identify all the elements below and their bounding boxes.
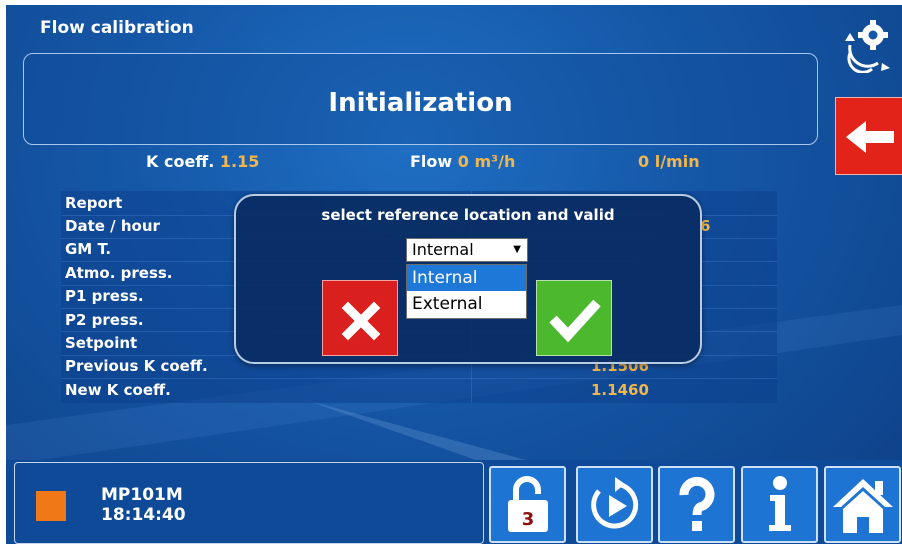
option-external[interactable]: External xyxy=(407,291,526,317)
settings-transfer-icon[interactable] xyxy=(838,15,892,73)
screen: Flow calibration Initialization K coeff.… xyxy=(6,5,902,544)
flow-stat: Flow 0 m³/h xyxy=(410,152,516,171)
report-label-new-k: New K coeff. xyxy=(65,381,171,399)
report-label-date: Date / hour xyxy=(65,217,160,235)
state-label: Initialization xyxy=(328,88,513,118)
info-icon xyxy=(768,475,791,531)
check-icon xyxy=(549,299,601,343)
close-icon xyxy=(341,301,381,341)
arrow-left-icon xyxy=(846,121,894,153)
cancel-button[interactable] xyxy=(322,280,398,356)
machine-status-panel xyxy=(14,462,484,544)
report-label-report: Report xyxy=(65,194,123,212)
report-label-setpoint: Setpoint xyxy=(65,334,138,352)
info-button[interactable] xyxy=(741,466,818,543)
option-internal[interactable]: Internal xyxy=(407,265,526,291)
replay-icon xyxy=(590,476,638,528)
replay-button[interactable] xyxy=(576,466,653,543)
report-label-p1: P1 press. xyxy=(65,287,144,305)
reference-location-select[interactable]: Internal ▼ xyxy=(406,238,528,262)
row-divider xyxy=(61,378,777,379)
k-coeff-stat: K coeff. 1.15 xyxy=(146,152,260,171)
report-label-gm-t: GM T. xyxy=(65,240,112,258)
select-value: Internal xyxy=(412,240,474,259)
machine-name: MP101M xyxy=(101,485,183,505)
status-indicator xyxy=(36,491,66,521)
report-label-p2: P2 press. xyxy=(65,311,144,329)
machine-time: 18:14:40 xyxy=(101,505,186,525)
home-button[interactable] xyxy=(824,466,901,543)
home-icon xyxy=(832,478,893,533)
report-label-atmo: Atmo. press. xyxy=(65,264,173,282)
chevron-down-icon: ▼ xyxy=(513,244,521,255)
back-button[interactable] xyxy=(835,97,902,175)
dialog-message: select reference location and valid xyxy=(321,206,615,224)
report-value-new-k: 1.1460 xyxy=(591,381,649,399)
unlock-icon: 3 xyxy=(507,475,548,532)
report-label-previous-k: Previous K coeff. xyxy=(65,357,208,375)
unlock-button[interactable]: 3 xyxy=(489,466,566,543)
state-banner: Initialization xyxy=(23,53,818,145)
help-icon xyxy=(679,476,714,531)
flow-lmin-stat: 0 l/min xyxy=(638,152,700,171)
confirm-button[interactable] xyxy=(536,280,612,356)
machine-info: MP101M 18:14:40 xyxy=(101,485,186,525)
reference-location-options: Internal External xyxy=(406,264,527,319)
lock-level: 3 xyxy=(521,509,534,530)
page-title: Flow calibration xyxy=(40,18,194,38)
help-button[interactable] xyxy=(658,466,735,543)
